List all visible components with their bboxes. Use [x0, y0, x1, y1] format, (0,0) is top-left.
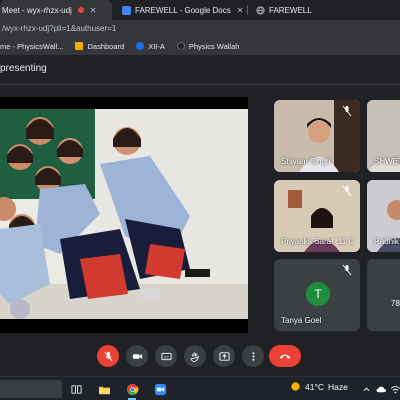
file-explorer-icon[interactable] [95, 380, 113, 398]
more-options-button[interactable] [242, 345, 264, 367]
windows-taskbar: 41°C Haze [0, 376, 400, 400]
bookmark-physics-wallah[interactable]: Physics Wallah [176, 41, 240, 51]
sun-haze-icon [291, 382, 300, 391]
chrome-icon[interactable] [123, 380, 141, 400]
mic-off-icon [103, 351, 113, 361]
overflow-count: 78 [391, 299, 400, 308]
tab-meet[interactable]: Meet - wyx-rhzx-udj ✕ [0, 0, 112, 20]
bookmark-label: me - PhysicsWall... [0, 41, 64, 51]
tab-divider [247, 5, 248, 15]
tab-farewell-docs[interactable]: FAREWELL - Google Docs ✕ [116, 0, 244, 20]
mic-toggle-button[interactable] [97, 345, 119, 367]
more-vert-icon [251, 351, 255, 361]
wifi-icon[interactable] [386, 380, 400, 398]
raise-hand-icon [189, 351, 199, 362]
participant-tile[interactable]: Radhik [367, 180, 400, 252]
participant-tile[interactable]: Shivam Singh [274, 100, 360, 172]
tab-farewell-title: FAREWELL [269, 5, 312, 15]
avatar: T [306, 282, 330, 306]
mic-off-icon [342, 105, 352, 117]
svg-text:CC: CC [163, 355, 169, 359]
participant-name: SHWET [374, 157, 400, 166]
bookmark-dashboard[interactable]: Dashboard [75, 42, 124, 51]
present-button[interactable] [213, 345, 235, 367]
end-call-icon [279, 354, 291, 359]
close-tab-icon[interactable]: ✕ [237, 6, 244, 15]
meet-header: presenting [0, 55, 400, 85]
browser-tab-strip: Meet - wyx-rhzx-udj ✕ FAREWELL - Google … [0, 0, 400, 20]
taskbar-search-box[interactable] [0, 380, 62, 398]
bookmark-label: Dashboard [87, 41, 125, 51]
participant-tile[interactable]: SHWET [367, 100, 400, 172]
edge-icon [136, 42, 145, 50]
participant-name: Radhik [374, 237, 399, 246]
camera-toggle-button[interactable] [126, 345, 148, 367]
zoom-icon[interactable] [151, 380, 169, 398]
screen: Meet - wyx-rhzx-udj ✕ FAREWELL - Google … [0, 0, 400, 400]
folder-icon [75, 42, 84, 50]
participant-name: Shivam Singh [281, 157, 331, 166]
address-bar[interactable]: /wyx-rhzx-udj?pli=1&authuser=1 [0, 20, 400, 37]
globe-icon [256, 5, 265, 15]
participant-name: Priyanka Saraf ,11 C [281, 237, 355, 246]
leave-call-button[interactable] [269, 345, 301, 367]
mic-off-icon [342, 185, 352, 197]
presenting-label: presenting [0, 63, 47, 74]
tab-farewell[interactable]: FAREWELL [250, 0, 400, 20]
captions-icon: CC [160, 352, 172, 360]
bookmark-label: XII-A [148, 41, 165, 51]
close-tab-icon[interactable]: ✕ [90, 6, 97, 15]
raise-hand-button[interactable] [184, 345, 206, 367]
physicswallah-icon [176, 42, 185, 50]
camera-icon [132, 353, 142, 359]
recording-indicator-icon [77, 7, 84, 13]
google-docs-icon [122, 5, 131, 15]
meet-controls: CC [0, 336, 400, 376]
tab-meet-title: Meet - wyx-rhzx-udj [2, 5, 72, 15]
participant-tile[interactable]: T Tanya Goel [274, 259, 360, 331]
task-view-icon[interactable] [67, 380, 85, 398]
bookmark-label: Physics Wallah [188, 41, 240, 51]
url-text: /wyx-rhzx-udj?pli=1&authuser=1 [2, 24, 117, 33]
bookmark-xii-a[interactable]: XII-A [136, 42, 165, 51]
presented-photo [0, 109, 248, 319]
bookmark-physicswallah-home[interactable]: me - PhysicsWall... [0, 42, 63, 51]
bookmarks-bar: me - PhysicsWall... Dashboard XII-A Phys… [0, 37, 400, 55]
present-screen-icon [218, 351, 230, 361]
presentation-stage [0, 97, 248, 333]
tab-docs-title: FAREWELL - Google Docs [135, 5, 231, 15]
mic-off-icon [342, 264, 352, 276]
temperature: 41°C [305, 381, 324, 392]
weather-widget[interactable]: 41°C Haze [290, 381, 348, 392]
more-participants-tile[interactable]: 78 [367, 259, 400, 331]
participant-name: Tanya Goel [281, 316, 322, 325]
captions-button[interactable]: CC [155, 345, 177, 367]
participant-tile[interactable]: Priyanka Saraf ,11 C [274, 180, 360, 252]
weather-text: Haze [328, 381, 348, 392]
